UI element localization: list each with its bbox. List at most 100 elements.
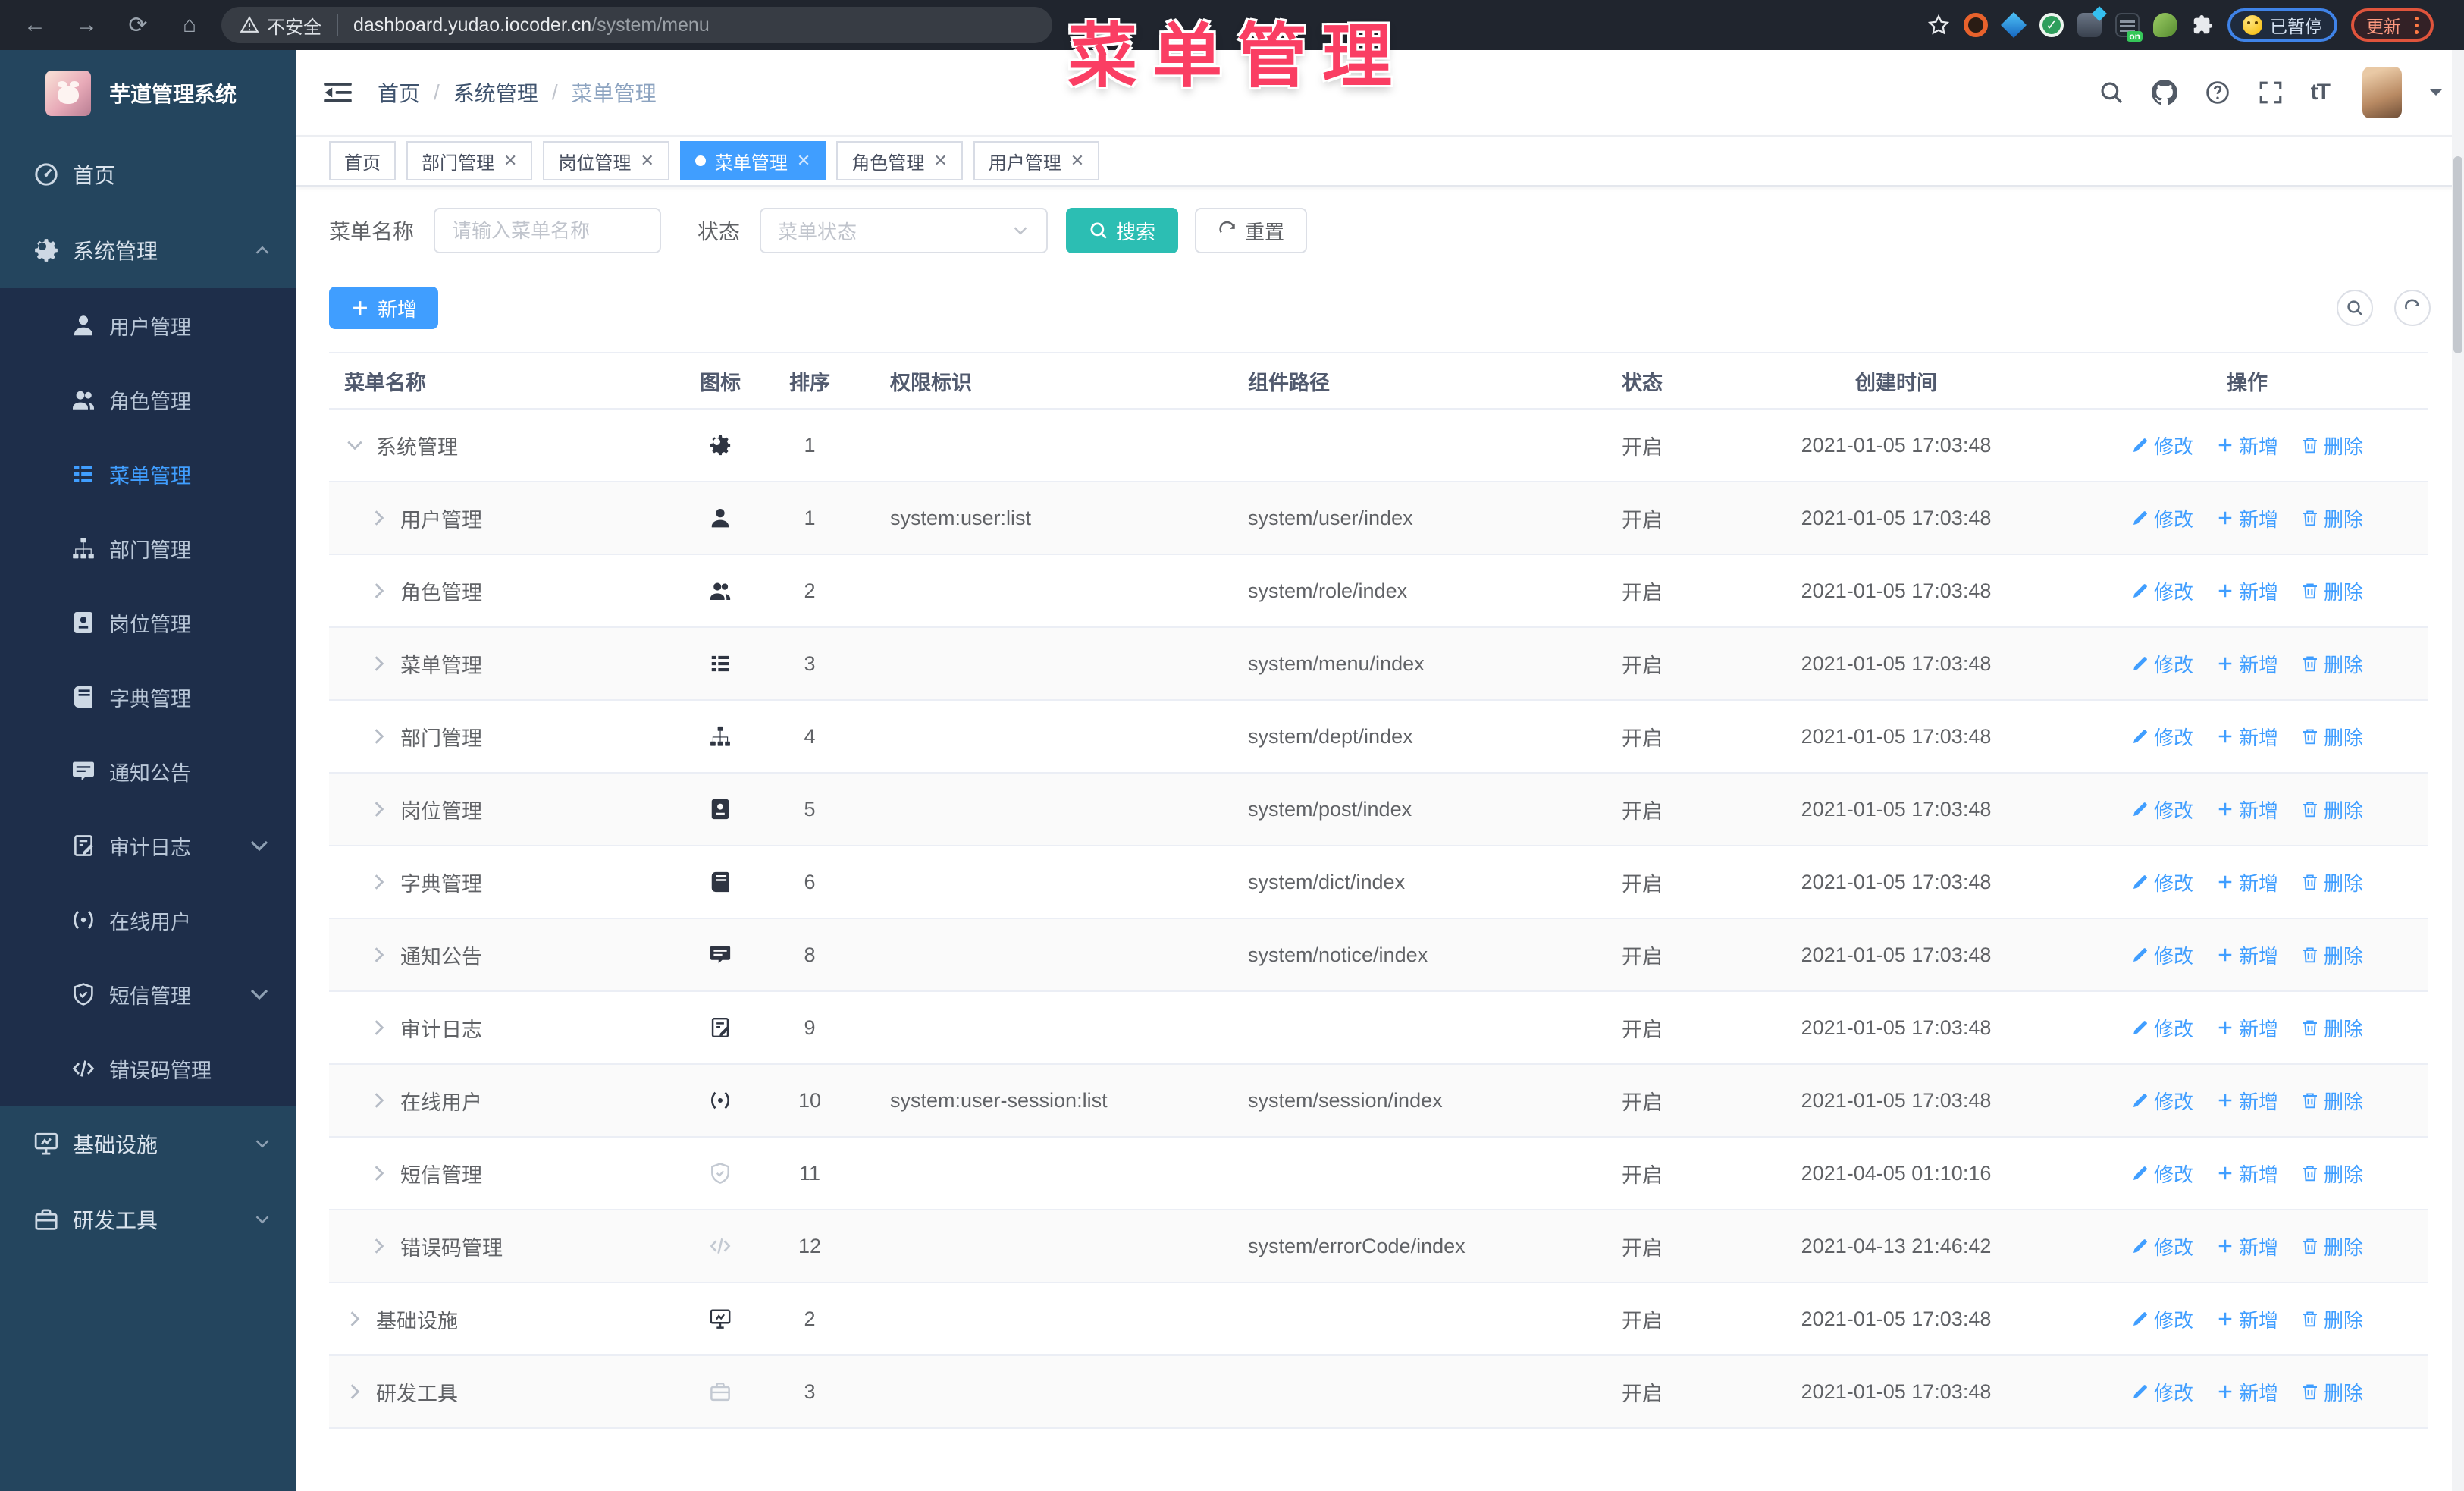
delete-link[interactable]: 删除	[2301, 1087, 2363, 1115]
expand-arrow[interactable]	[368, 1017, 390, 1038]
edit-link[interactable]: 修改	[2131, 868, 2193, 896]
expand-arrow[interactable]	[368, 1090, 390, 1111]
extension-icon[interactable]	[2001, 12, 2027, 38]
edit-link[interactable]: 修改	[2131, 796, 2193, 824]
edit-link[interactable]: 修改	[2131, 577, 2193, 605]
sidebar-fold-icon[interactable]	[323, 77, 353, 108]
delete-link[interactable]: 删除	[2301, 1232, 2363, 1260]
delete-link[interactable]: 删除	[2301, 577, 2363, 605]
tab-user[interactable]: 用户管理 ✕	[973, 141, 1100, 180]
sidebar-item-system[interactable]: 系统管理	[0, 212, 296, 288]
edit-link[interactable]: 修改	[2131, 504, 2193, 532]
delete-link[interactable]: 删除	[2301, 1014, 2363, 1042]
delete-link[interactable]: 删除	[2301, 1378, 2363, 1406]
browser-menu-icon[interactable]	[2415, 16, 2419, 34]
browser-back-icon[interactable]: ←	[15, 5, 55, 45]
extensions-puzzle-icon[interactable]	[2191, 14, 2214, 36]
sidebar-item-post[interactable]: 岗位管理	[0, 585, 296, 660]
browser-update-button[interactable]: 更新	[2351, 8, 2434, 42]
status-select[interactable]: 菜单状态	[760, 208, 1049, 253]
expand-arrow[interactable]	[368, 1235, 390, 1257]
add-child-link[interactable]: 新增	[2216, 577, 2278, 605]
add-child-link[interactable]: 新增	[2216, 650, 2278, 678]
sidebar-item-sms[interactable]: 短信管理	[0, 957, 296, 1031]
tab-dept[interactable]: 部门管理 ✕	[406, 141, 533, 180]
close-icon[interactable]: ✕	[640, 152, 654, 169]
sidebar-item-notice[interactable]: 通知公告	[0, 734, 296, 808]
github-icon[interactable]	[2151, 80, 2177, 105]
add-child-link[interactable]: 新增	[2216, 432, 2278, 460]
sidebar-item-dict[interactable]: 字典管理	[0, 660, 296, 734]
add-child-link[interactable]: 新增	[2216, 504, 2278, 532]
delete-link[interactable]: 删除	[2301, 1160, 2363, 1188]
add-child-link[interactable]: 新增	[2216, 723, 2278, 751]
edit-link[interactable]: 修改	[2131, 432, 2193, 460]
breadcrumb-item[interactable]: 首页	[378, 77, 420, 108]
edit-link[interactable]: 修改	[2131, 650, 2193, 678]
page-scrollbar[interactable]	[2452, 50, 2464, 1491]
browser-home-icon[interactable]: ⌂	[170, 5, 209, 45]
help-icon[interactable]	[2205, 80, 2230, 105]
app-logo-row[interactable]: 芋道管理系统	[0, 50, 296, 137]
browser-forward-icon[interactable]: →	[67, 5, 106, 45]
breadcrumb-item[interactable]: 系统管理	[453, 77, 538, 108]
extension-icon[interactable]: on	[2115, 13, 2143, 42]
edit-link[interactable]: 修改	[2131, 1305, 2193, 1333]
add-child-link[interactable]: 新增	[2216, 1160, 2278, 1188]
scrollbar-thumb[interactable]	[2453, 156, 2462, 353]
add-child-link[interactable]: 新增	[2216, 941, 2278, 969]
extension-icon[interactable]	[2077, 13, 2102, 37]
font-size-icon[interactable]: tT	[2311, 80, 2331, 105]
sidebar-item-audit-log[interactable]: 审计日志	[0, 808, 296, 883]
fullscreen-icon[interactable]	[2258, 80, 2284, 105]
expand-arrow[interactable]	[368, 1163, 390, 1184]
sidebar-item-home[interactable]: 首页	[0, 137, 296, 212]
sidebar-item-dev-tools[interactable]: 研发工具	[0, 1182, 296, 1257]
delete-link[interactable]: 删除	[2301, 1305, 2363, 1333]
tab-role[interactable]: 角色管理 ✕	[836, 141, 963, 180]
add-button[interactable]: 新增	[329, 287, 439, 329]
delete-link[interactable]: 删除	[2301, 504, 2363, 532]
edit-link[interactable]: 修改	[2131, 941, 2193, 969]
add-child-link[interactable]: 新增	[2216, 868, 2278, 896]
edit-link[interactable]: 修改	[2131, 1087, 2193, 1115]
user-avatar[interactable]	[2362, 67, 2402, 118]
expand-arrow[interactable]	[344, 1308, 365, 1329]
sidebar-item-dept[interactable]: 部门管理	[0, 511, 296, 585]
delete-link[interactable]: 删除	[2301, 941, 2363, 969]
bookmark-star-icon[interactable]	[1927, 14, 1950, 36]
close-icon[interactable]: ✕	[797, 152, 810, 169]
browser-reload-icon[interactable]: ⟳	[118, 5, 158, 45]
profile-paused-badge[interactable]: 已暂停	[2227, 8, 2337, 42]
edit-link[interactable]: 修改	[2131, 1014, 2193, 1042]
close-icon[interactable]: ✕	[503, 152, 517, 169]
delete-link[interactable]: 删除	[2301, 650, 2363, 678]
edit-link[interactable]: 修改	[2131, 1232, 2193, 1260]
expand-arrow[interactable]	[368, 726, 390, 747]
sidebar-item-user[interactable]: 用户管理	[0, 288, 296, 363]
tab-post[interactable]: 岗位管理 ✕	[543, 141, 669, 180]
add-child-link[interactable]: 新增	[2216, 1087, 2278, 1115]
expand-arrow[interactable]	[344, 435, 365, 456]
search-button[interactable]: 搜索	[1066, 208, 1179, 253]
security-label[interactable]: 不安全	[267, 12, 321, 39]
sidebar-item-infra[interactable]: 基础设施	[0, 1106, 296, 1182]
extension-icon[interactable]: ✓	[2039, 13, 2064, 37]
sidebar-item-menu[interactable]: 菜单管理	[0, 437, 296, 511]
expand-arrow[interactable]	[368, 507, 390, 529]
extension-icon[interactable]	[1964, 13, 1988, 37]
add-child-link[interactable]: 新增	[2216, 1305, 2278, 1333]
sidebar-item-role[interactable]: 角色管理	[0, 363, 296, 437]
toggle-search-button[interactable]	[2337, 290, 2373, 326]
tab-menu[interactable]: 菜单管理 ✕	[679, 141, 826, 180]
edit-link[interactable]: 修改	[2131, 723, 2193, 751]
expand-arrow[interactable]	[368, 799, 390, 820]
delete-link[interactable]: 删除	[2301, 796, 2363, 824]
search-icon[interactable]	[2099, 80, 2124, 105]
menu-name-input[interactable]	[434, 208, 662, 253]
add-child-link[interactable]: 新增	[2216, 1378, 2278, 1406]
add-child-link[interactable]: 新增	[2216, 796, 2278, 824]
expand-arrow[interactable]	[368, 653, 390, 674]
delete-link[interactable]: 删除	[2301, 868, 2363, 896]
address-bar[interactable]: 不安全 dashboard.yudao.iocoder.cn/system/me…	[221, 7, 1052, 43]
